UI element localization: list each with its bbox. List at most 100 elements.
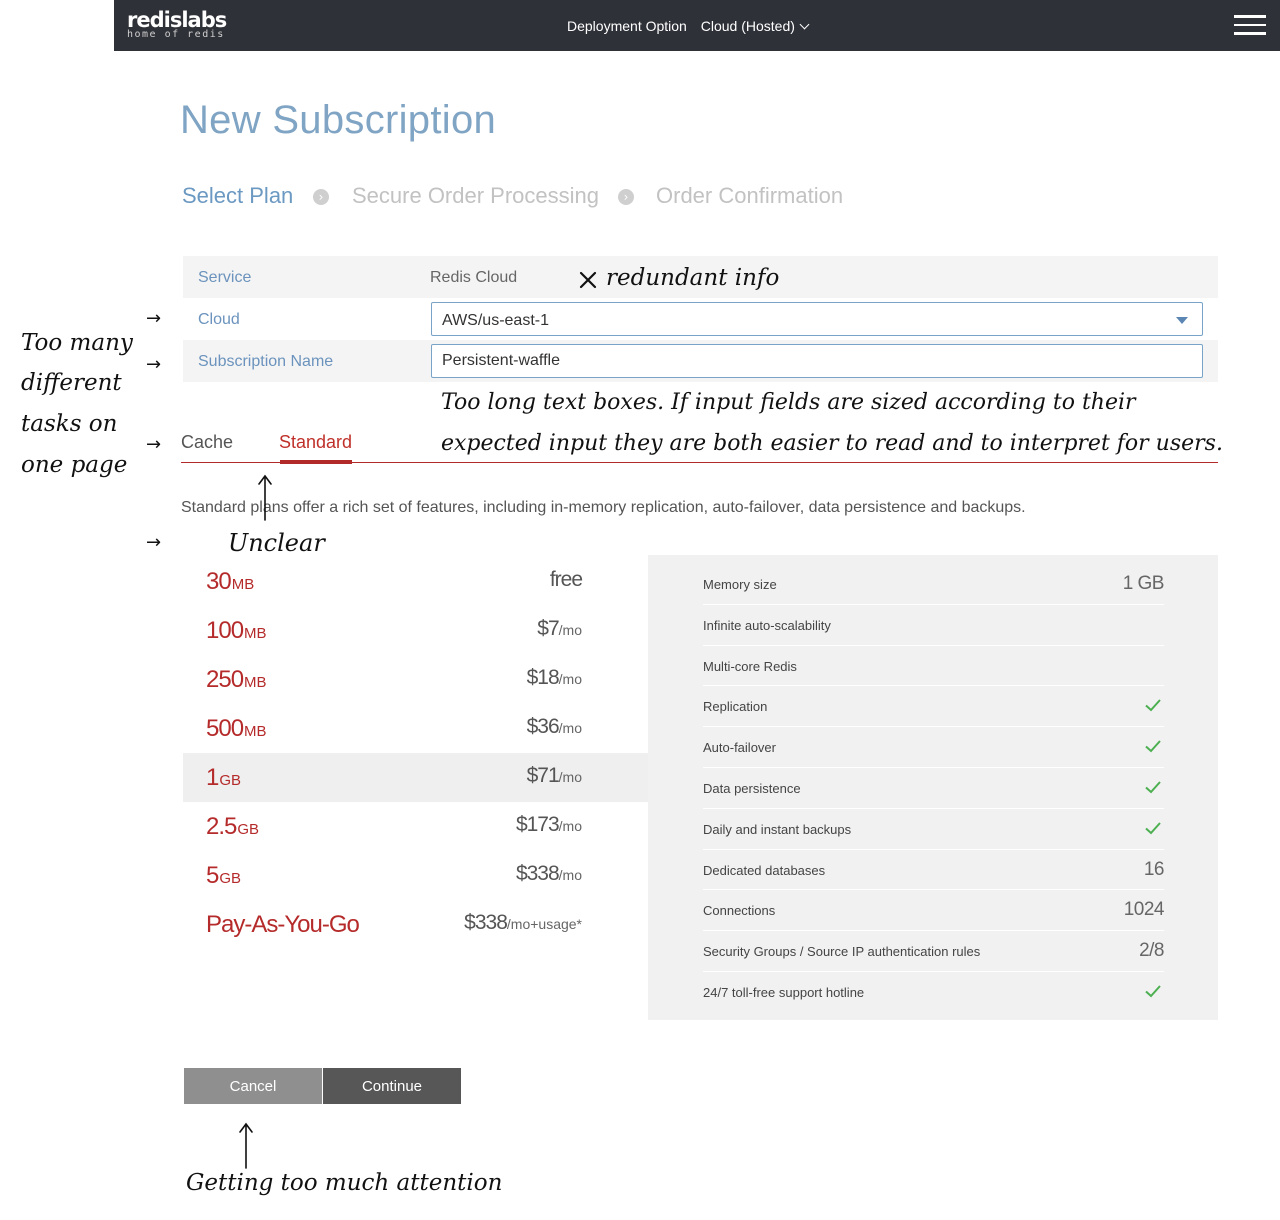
service-value: Redis Cloud	[430, 269, 518, 286]
plan-price: $71/mo	[526, 764, 582, 787]
right-arrow-icon: →	[146, 308, 162, 329]
annotation-too-much-attention: Getting too much attention	[186, 1170, 503, 1196]
plan-price: $18/mo	[526, 666, 582, 689]
continue-button[interactable]: Continue	[323, 1068, 461, 1104]
cloud-label: Cloud	[198, 311, 240, 328]
feature-row: Data persistence	[703, 768, 1164, 809]
step-arrow-icon: ›	[313, 189, 329, 205]
plan-size: 1GB	[206, 764, 242, 791]
deployment-option: Deployment Option Cloud (Hosted)	[567, 18, 810, 34]
step-arrow-icon: ›	[618, 189, 634, 205]
subscription-name-label: Subscription Name	[198, 353, 334, 370]
plan-price: $7/mo	[537, 617, 582, 640]
up-arrow-icon	[258, 474, 272, 521]
plan-features-panel: Memory size 1 GB Infinite auto-scalabili…	[648, 555, 1218, 1020]
up-arrow-icon	[239, 1122, 253, 1169]
feature-row: Infinite auto-scalability	[703, 605, 1164, 646]
check-icon	[1145, 822, 1161, 835]
feature-row: Memory size 1 GB	[703, 564, 1165, 605]
plan-size: 100MB	[206, 617, 267, 644]
redislabs-logo[interactable]: redislabs home of redis	[127, 8, 227, 40]
plan-item[interactable]: 500MB $36/mo	[183, 704, 648, 753]
check-icon	[1145, 781, 1161, 794]
annotation-text-boxes-line2: expected input they are both easier to r…	[441, 431, 1223, 456]
check-icon	[1145, 985, 1161, 998]
plan-size: 5GB	[206, 862, 242, 889]
feature-row: Dedicated databases 16	[703, 850, 1165, 891]
feature-label: Auto-failover	[703, 740, 776, 756]
feature-label: Dedicated databases	[703, 862, 826, 878]
check-icon	[1145, 699, 1161, 712]
plan-item-selected[interactable]: 1GB $71/mo	[183, 753, 648, 802]
cloud-select[interactable]: AWS/us-east-1	[431, 302, 1203, 336]
feature-label: Multi-core Redis	[703, 658, 797, 674]
cancel-button[interactable]: Cancel	[184, 1068, 322, 1104]
feature-label: Infinite auto-scalability	[703, 617, 831, 633]
top-navigation-bar: redislabs home of redis Deployment Optio…	[114, 0, 1280, 51]
deployment-option-dropdown[interactable]: Cloud (Hosted)	[700, 18, 810, 34]
feature-label: Memory size	[703, 577, 777, 592]
feature-row: Replication	[703, 686, 1164, 728]
plan-size: Pay-As-You-Go	[206, 911, 360, 938]
plan-item[interactable]: 30MB free	[183, 557, 648, 606]
caret-down-icon	[1176, 317, 1188, 324]
annotation-too-many-line3: tasks on	[21, 411, 118, 437]
plan-price: $36/mo	[526, 715, 582, 738]
feature-value: 1024	[1123, 899, 1165, 921]
subscription-name-row: Subscription Name	[183, 340, 1218, 382]
right-arrow-icon: →	[146, 532, 162, 553]
logo-tagline: home of redis	[127, 29, 225, 40]
right-arrow-icon: →	[146, 354, 162, 375]
page-title: New Subscription	[180, 98, 497, 142]
subscription-name-input[interactable]	[431, 344, 1203, 378]
plan-item[interactable]: 250MB $18/mo	[183, 655, 648, 704]
plan-item[interactable]: 5GB $338/mo	[183, 851, 648, 900]
cloud-select-value: AWS/us-east-1	[442, 312, 549, 329]
feature-label: 24/7 toll-free support hotline	[703, 985, 865, 1000]
step-secure-order-processing: Secure Order Processing	[352, 183, 599, 208]
annotation-redundant-info: redundant info	[606, 265, 780, 291]
annotation-too-many-line4: one page	[21, 452, 128, 478]
service-label: Service	[198, 269, 252, 286]
feature-row: 24/7 toll-free support hotline	[703, 972, 1164, 1013]
cross-mark-icon	[579, 271, 597, 289]
plan-size: 250MB	[206, 666, 267, 693]
tab-standard[interactable]: Standard	[279, 432, 352, 453]
plan-item[interactable]: 2.5GB $173/mo	[183, 802, 648, 851]
annotation-too-many-line1: Too many	[21, 330, 133, 356]
feature-value: 16	[1143, 858, 1165, 880]
feature-label: Data persistence	[703, 781, 801, 796]
step-order-confirmation: Order Confirmation	[656, 183, 844, 208]
hamburger-menu-icon[interactable]	[1234, 15, 1266, 35]
deployment-option-label: Deployment Option	[567, 18, 687, 34]
cloud-row: Cloud AWS/us-east-1	[183, 298, 1218, 340]
deployment-option-value: Cloud (Hosted)	[700, 18, 795, 34]
plan-item[interactable]: Pay-As-You-Go $338/mo+usage*	[183, 900, 648, 949]
plan-item[interactable]: 100MB $7/mo	[183, 606, 648, 655]
feature-value: 2/8	[1139, 940, 1164, 962]
feature-label: Connections	[703, 903, 776, 919]
chevron-down-icon	[799, 19, 810, 30]
right-arrow-icon: →	[146, 434, 162, 455]
feature-label: Security Groups / Source IP authenticati…	[703, 944, 981, 960]
step-select-plan: Select Plan	[182, 183, 294, 208]
tab-cache[interactable]: Cache	[181, 432, 233, 453]
feature-label: Daily and instant backups	[703, 821, 852, 837]
plan-price: $173/mo	[515, 813, 582, 836]
feature-row: Security Groups / Source IP authenticati…	[703, 931, 1164, 972]
plan-price: free	[549, 568, 583, 591]
annotation-text-boxes-line1: Too long text boxes. If input fields are…	[441, 390, 1136, 415]
plan-description: Standard plans offer a rich set of featu…	[181, 499, 1026, 516]
active-tab-indicator	[280, 460, 352, 464]
feature-row: Connections 1024	[703, 890, 1165, 932]
annotation-unclear: Unclear	[228, 529, 325, 557]
plan-size: 30MB	[206, 568, 255, 595]
feature-row: Auto-failover	[703, 727, 1164, 768]
plan-price: $338/mo+usage*	[464, 911, 582, 934]
feature-label: Replication	[703, 699, 768, 715]
feature-row: Daily and instant backups	[703, 809, 1164, 850]
plan-size: 2.5GB	[206, 813, 260, 840]
plan-price: $338/mo	[515, 862, 582, 885]
check-icon	[1145, 740, 1161, 753]
annotation-too-many-line2: different	[21, 370, 122, 396]
